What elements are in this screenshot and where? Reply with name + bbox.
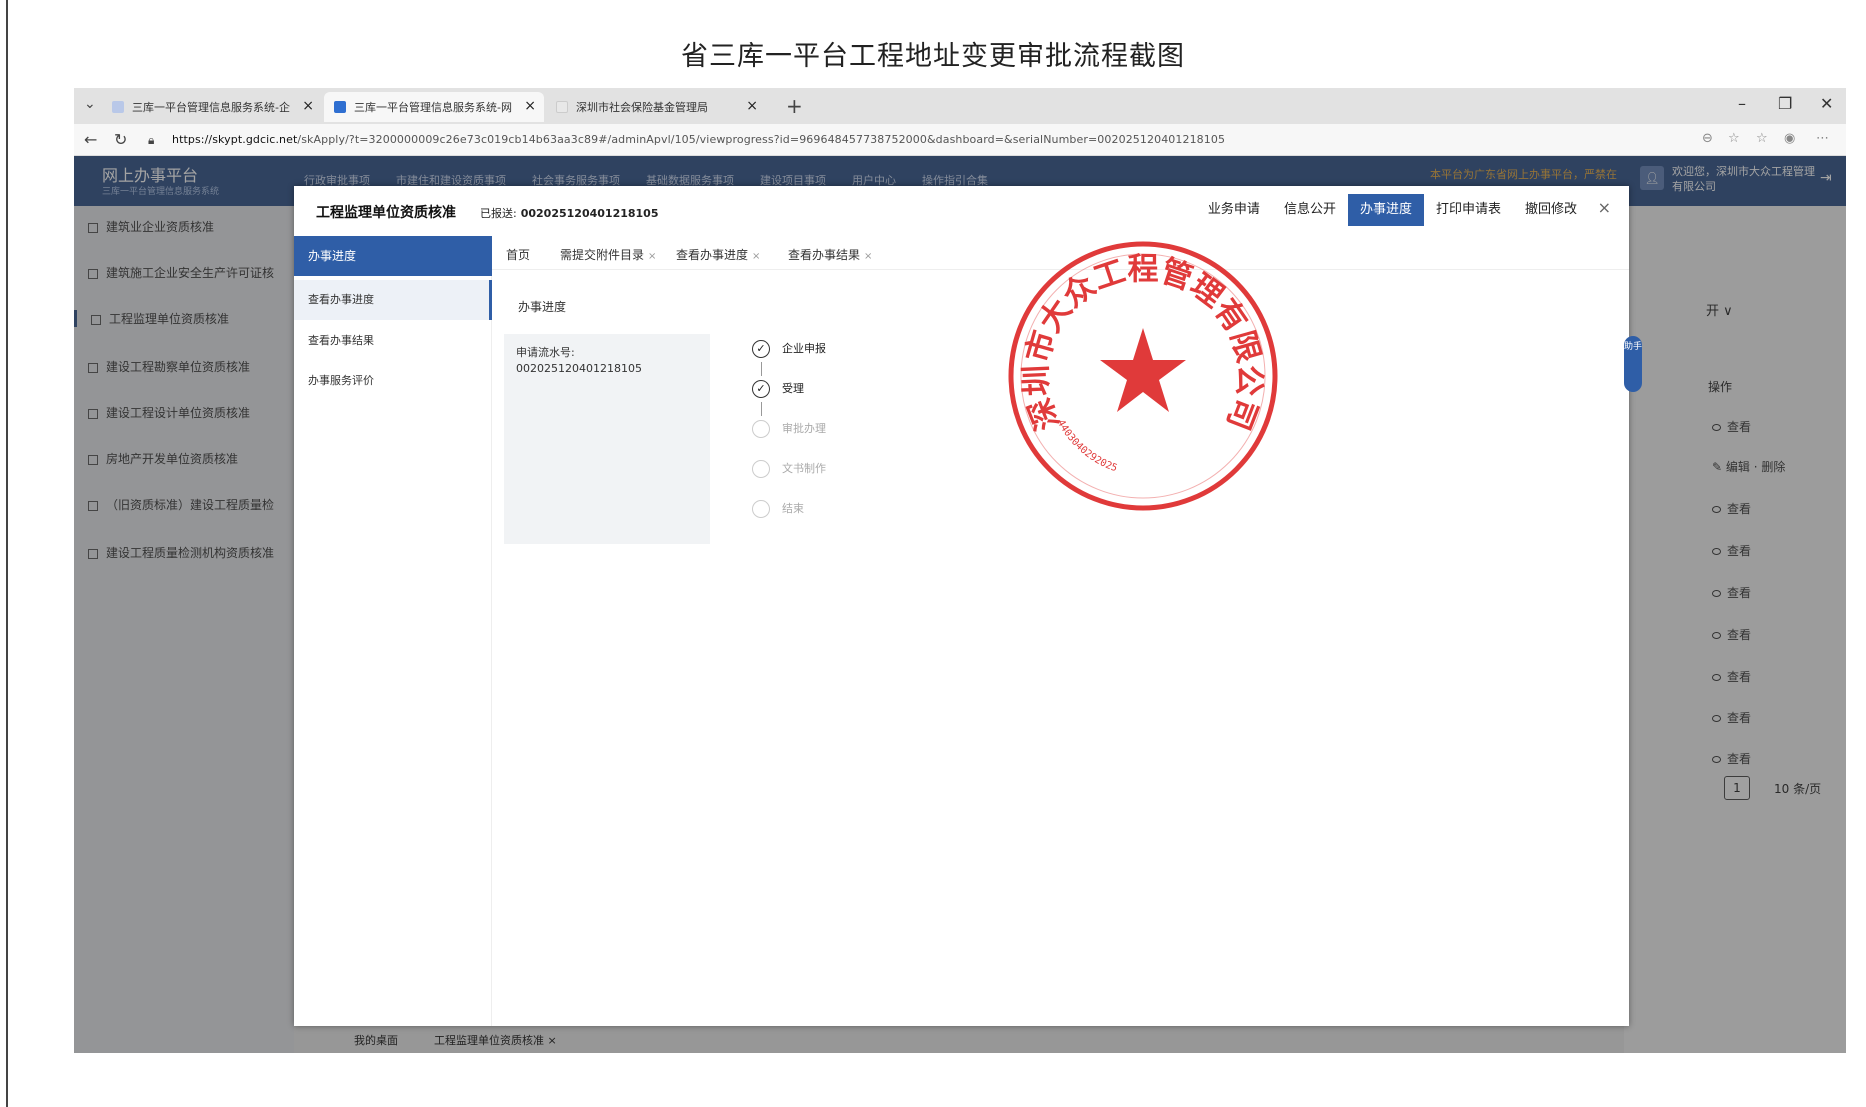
step-connector	[761, 362, 762, 376]
modal-title: 工程监理单位资质核准	[316, 205, 456, 221]
step-approval: 审批办理	[752, 420, 826, 438]
more-menu-icon[interactable]: ⋯	[1816, 131, 1829, 146]
seal-star-icon	[1100, 328, 1186, 412]
step-document: 文书制作	[752, 460, 826, 478]
modal-sidebar-header[interactable]: 办事进度	[294, 236, 492, 276]
lock-icon[interactable]: 🔒︎	[148, 133, 154, 148]
favicon-icon	[556, 101, 568, 113]
tab-home[interactable]: 首页	[506, 246, 530, 263]
browser-tab-1[interactable]: 三库一平台管理信息服务系统-企 ×	[102, 92, 322, 122]
modal-sidebar: 办事进度 查看办事进度 查看办事结果 办事服务评价	[294, 236, 492, 1026]
tab-label: 三库一平台管理信息服务系统-网	[354, 101, 512, 114]
info-public-button[interactable]: 信息公开	[1272, 194, 1348, 226]
tab-progress[interactable]: 查看办事进度 ×	[676, 246, 760, 263]
step-end: 结束	[752, 500, 804, 518]
pending-circle-icon	[752, 460, 770, 478]
window-close-icon[interactable]: ✕	[1820, 94, 1833, 113]
tab-close-icon[interactable]: ×	[864, 251, 872, 262]
menu-service-rating[interactable]: 办事服务评价	[308, 372, 374, 388]
assistant-button[interactable]: 助手	[1624, 336, 1642, 392]
workspace-tabs: 我的桌面 工程监理单位资质核准 ×	[294, 1026, 1624, 1053]
progress-button[interactable]: 办事进度	[1347, 194, 1424, 226]
tab-close-icon[interactable]: ×	[524, 98, 536, 114]
favorite-star-icon[interactable]: ☆	[1728, 131, 1740, 146]
tab-attachments[interactable]: 需提交附件目录 ×	[560, 246, 656, 263]
pending-circle-icon	[752, 420, 770, 438]
workspace-tab-desktop[interactable]: 我的桌面	[354, 1032, 398, 1048]
serial-value: 002025120401218105	[516, 362, 642, 375]
seal-code: 4403040292025	[1055, 418, 1119, 474]
url-field[interactable]: https://skypt.gdcic.net/skApply/?t=32000…	[172, 133, 1225, 146]
menu-view-result[interactable]: 查看办事结果	[308, 332, 374, 348]
browser-window: ⌄ 三库一平台管理信息服务系统-企 × 三库一平台管理信息服务系统-网 × 深圳…	[74, 88, 1846, 1053]
favicon-icon	[112, 101, 124, 113]
favorites-icon[interactable]: ☆	[1756, 131, 1768, 146]
step-enterprise-apply: ✓ 企业申报	[752, 340, 826, 358]
workspace-tab-current[interactable]: 工程监理单位资质核准 ×	[434, 1032, 557, 1048]
business-apply-button[interactable]: 业务申请	[1196, 194, 1272, 226]
progress-modal: 工程监理单位资质核准 已报送: 002025120401218105 业务申请 信…	[294, 186, 1642, 1026]
tab-list-chevron-icon[interactable]: ⌄	[84, 96, 96, 112]
modal-close-icon[interactable]: ×	[1598, 198, 1611, 217]
tab-label: 三库一平台管理信息服务系统-企	[132, 101, 290, 114]
document-page: 省三库一平台工程地址变更审批流程截图 ⌄ 三库一平台管理信息服务系统-企 × 三…	[0, 0, 1866, 1107]
submission-status: 已报送: 002025120401218105	[480, 207, 659, 220]
zoom-icon[interactable]: ⊖	[1702, 131, 1713, 146]
print-form-button[interactable]: 打印申请表	[1424, 194, 1513, 226]
reload-icon[interactable]: ↻	[114, 130, 127, 149]
url-path: /skApply/?t=3200000009c26e73c019cb14b63a…	[297, 133, 1226, 146]
pending-circle-icon	[752, 500, 770, 518]
page-border	[6, 0, 8, 1107]
new-tab-icon[interactable]: +	[786, 94, 803, 118]
menu-view-progress[interactable]: 查看办事进度	[294, 280, 492, 320]
modal-action-bar: 业务申请 信息公开 办事进度 打印申请表 撤回修改	[1196, 194, 1589, 226]
browser-tab-2[interactable]: 三库一平台管理信息服务系统-网 ×	[324, 92, 544, 122]
serial-label: 申请流水号:	[516, 346, 575, 359]
section-title: 办事进度	[518, 300, 567, 314]
step-accept: ✓ 受理	[752, 380, 804, 398]
favicon-icon	[334, 101, 346, 113]
tab-label: 深圳市社会保险基金管理局	[576, 101, 708, 114]
back-arrow-icon[interactable]: ←	[84, 130, 97, 149]
company-seal-stamp: 深圳市大众工程管理有限公司 4403040292025	[1008, 241, 1278, 511]
document-title: 省三库一平台工程地址变更审批流程截图	[681, 41, 1185, 72]
tab-bar: ⌄ 三库一平台管理信息服务系统-企 × 三库一平台管理信息服务系统-网 × 深圳…	[74, 88, 1846, 124]
tab-close-icon[interactable]: ×	[746, 98, 758, 114]
tab-result[interactable]: 查看办事结果 ×	[788, 246, 872, 263]
withdraw-edit-button[interactable]: 撤回修改	[1513, 194, 1589, 226]
tab-close-icon[interactable]: ×	[752, 251, 760, 262]
serial-number-card: 申请流水号: 002025120401218105	[504, 334, 710, 544]
profile-icon[interactable]: ◉	[1784, 131, 1795, 146]
step-connector	[761, 402, 762, 416]
check-icon: ✓	[752, 380, 770, 398]
check-icon: ✓	[752, 340, 770, 358]
address-bar: ← ↻ 🔒︎ https://skypt.gdcic.net/skApply/?…	[74, 124, 1846, 156]
minimize-icon[interactable]: –	[1738, 94, 1746, 113]
restore-icon[interactable]: ❐	[1778, 94, 1792, 113]
tab-close-icon[interactable]: ×	[648, 251, 656, 262]
url-host: https://skypt.gdcic.net	[172, 133, 298, 146]
browser-tab-3[interactable]: 深圳市社会保险基金管理局 ×	[546, 92, 766, 122]
tab-close-icon[interactable]: ×	[302, 98, 314, 114]
